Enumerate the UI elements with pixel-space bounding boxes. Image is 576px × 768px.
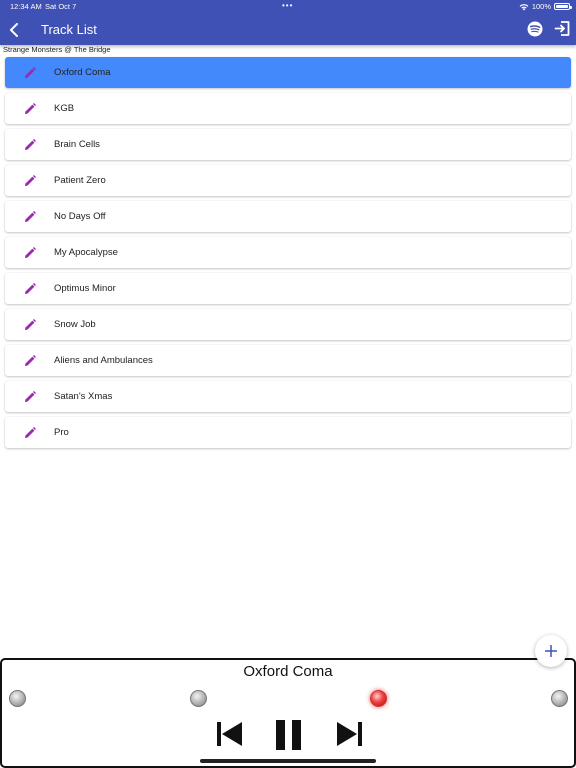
pencil-icon[interactable] [24, 390, 36, 403]
indicator-light[interactable] [9, 690, 26, 707]
pencil-icon[interactable] [24, 318, 36, 331]
status-indicators: 100% [519, 2, 572, 11]
exit-icon[interactable] [554, 20, 571, 37]
pencil-icon[interactable] [24, 426, 36, 439]
indicator-light[interactable] [370, 690, 387, 707]
status-time: 12:34 AM [10, 2, 42, 11]
indicator-light[interactable] [551, 690, 568, 707]
track-list: Oxford Coma KGB Brain Cells Patient Zero… [5, 57, 571, 453]
track-title: Patient Zero [54, 175, 106, 186]
battery-icon [554, 3, 572, 10]
plus-icon [545, 645, 557, 657]
track-title: KGB [54, 103, 75, 114]
back-button[interactable] [4, 20, 24, 40]
skip-next-icon[interactable] [335, 720, 363, 748]
pencil-icon[interactable] [24, 138, 36, 151]
pencil-icon[interactable] [24, 354, 36, 367]
chevron-left-icon [10, 23, 18, 37]
venue-subtitle: Strange Monsters @ The Bridge [3, 45, 111, 54]
status-date: Sat Oct 7 [45, 2, 77, 11]
wifi-icon [519, 3, 529, 10]
battery-percent: 100% [531, 2, 551, 11]
track-row[interactable]: My Apocalypse [5, 237, 571, 268]
pencil-icon[interactable] [24, 246, 36, 259]
spotify-icon[interactable] [527, 21, 543, 37]
track-title: Satan's Xmas [54, 391, 113, 402]
pencil-icon[interactable] [24, 174, 36, 187]
track-row[interactable]: Aliens and Ambulances [5, 345, 571, 376]
player-panel: Oxford Coma [0, 658, 576, 768]
track-title: Brain Cells [54, 139, 100, 150]
indicator-light[interactable] [190, 690, 207, 707]
now-playing-title: Oxford Coma [243, 663, 333, 680]
page-title: Track List [41, 22, 97, 37]
pencil-icon[interactable] [24, 210, 36, 223]
add-track-button[interactable] [535, 635, 567, 667]
track-title: Snow Job [54, 319, 96, 330]
pencil-icon[interactable] [24, 102, 36, 115]
track-row[interactable]: Satan's Xmas [5, 381, 571, 412]
app-bar: 12:34 AM Sat Oct 7 ••• 100% Track List [0, 0, 576, 45]
track-row[interactable]: Oxford Coma [5, 57, 571, 88]
track-row[interactable]: Brain Cells [5, 129, 571, 160]
track-title: Oxford Coma [54, 67, 111, 78]
track-row[interactable]: No Days Off [5, 201, 571, 232]
track-title: No Days Off [54, 211, 106, 222]
home-indicator[interactable] [200, 759, 376, 763]
pause-icon[interactable] [275, 720, 303, 750]
track-title: Optimus Minor [54, 283, 116, 294]
track-title: Pro [54, 427, 69, 438]
track-title: My Apocalypse [54, 247, 118, 258]
multitasking-dots[interactable]: ••• [282, 1, 293, 10]
track-row[interactable]: Snow Job [5, 309, 571, 340]
pencil-icon[interactable] [24, 282, 36, 295]
track-row[interactable]: Pro [5, 417, 571, 448]
pencil-icon[interactable] [24, 66, 36, 79]
track-row[interactable]: Optimus Minor [5, 273, 571, 304]
track-row[interactable]: Patient Zero [5, 165, 571, 196]
skip-previous-icon[interactable] [216, 720, 244, 748]
track-row[interactable]: KGB [5, 93, 571, 124]
track-title: Aliens and Ambulances [54, 355, 153, 366]
